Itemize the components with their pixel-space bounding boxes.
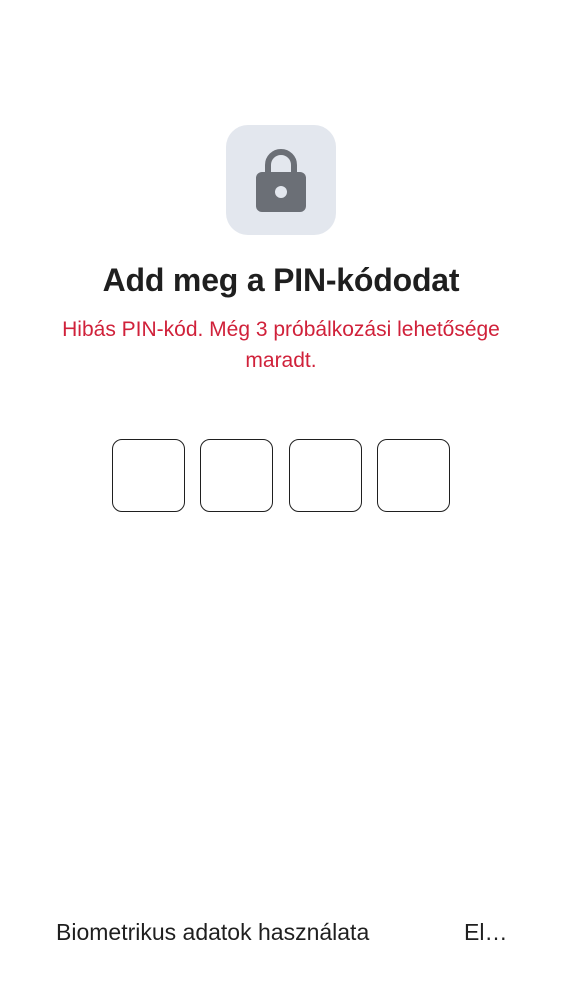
lock-icon xyxy=(256,149,306,212)
page-title: Add meg a PIN-kódodat xyxy=(102,262,460,298)
pin-input-row xyxy=(112,439,450,514)
use-biometrics-button[interactable]: Biometrikus adatok használata xyxy=(56,908,369,956)
pin-digit-3[interactable] xyxy=(288,439,362,512)
secondary-action-button[interactable]: El… xyxy=(464,908,507,956)
footer-actions: Biometrikus adatok használata El… xyxy=(0,908,562,956)
pin-digit-2[interactable] xyxy=(200,439,274,512)
pin-error-message: Hibás PIN-kód. Még 3 próbálkozási lehető… xyxy=(62,318,500,372)
pin-digit-4[interactable] xyxy=(376,439,450,512)
pin-digit-1[interactable] xyxy=(112,439,185,512)
lock-icon-tile xyxy=(226,125,336,235)
